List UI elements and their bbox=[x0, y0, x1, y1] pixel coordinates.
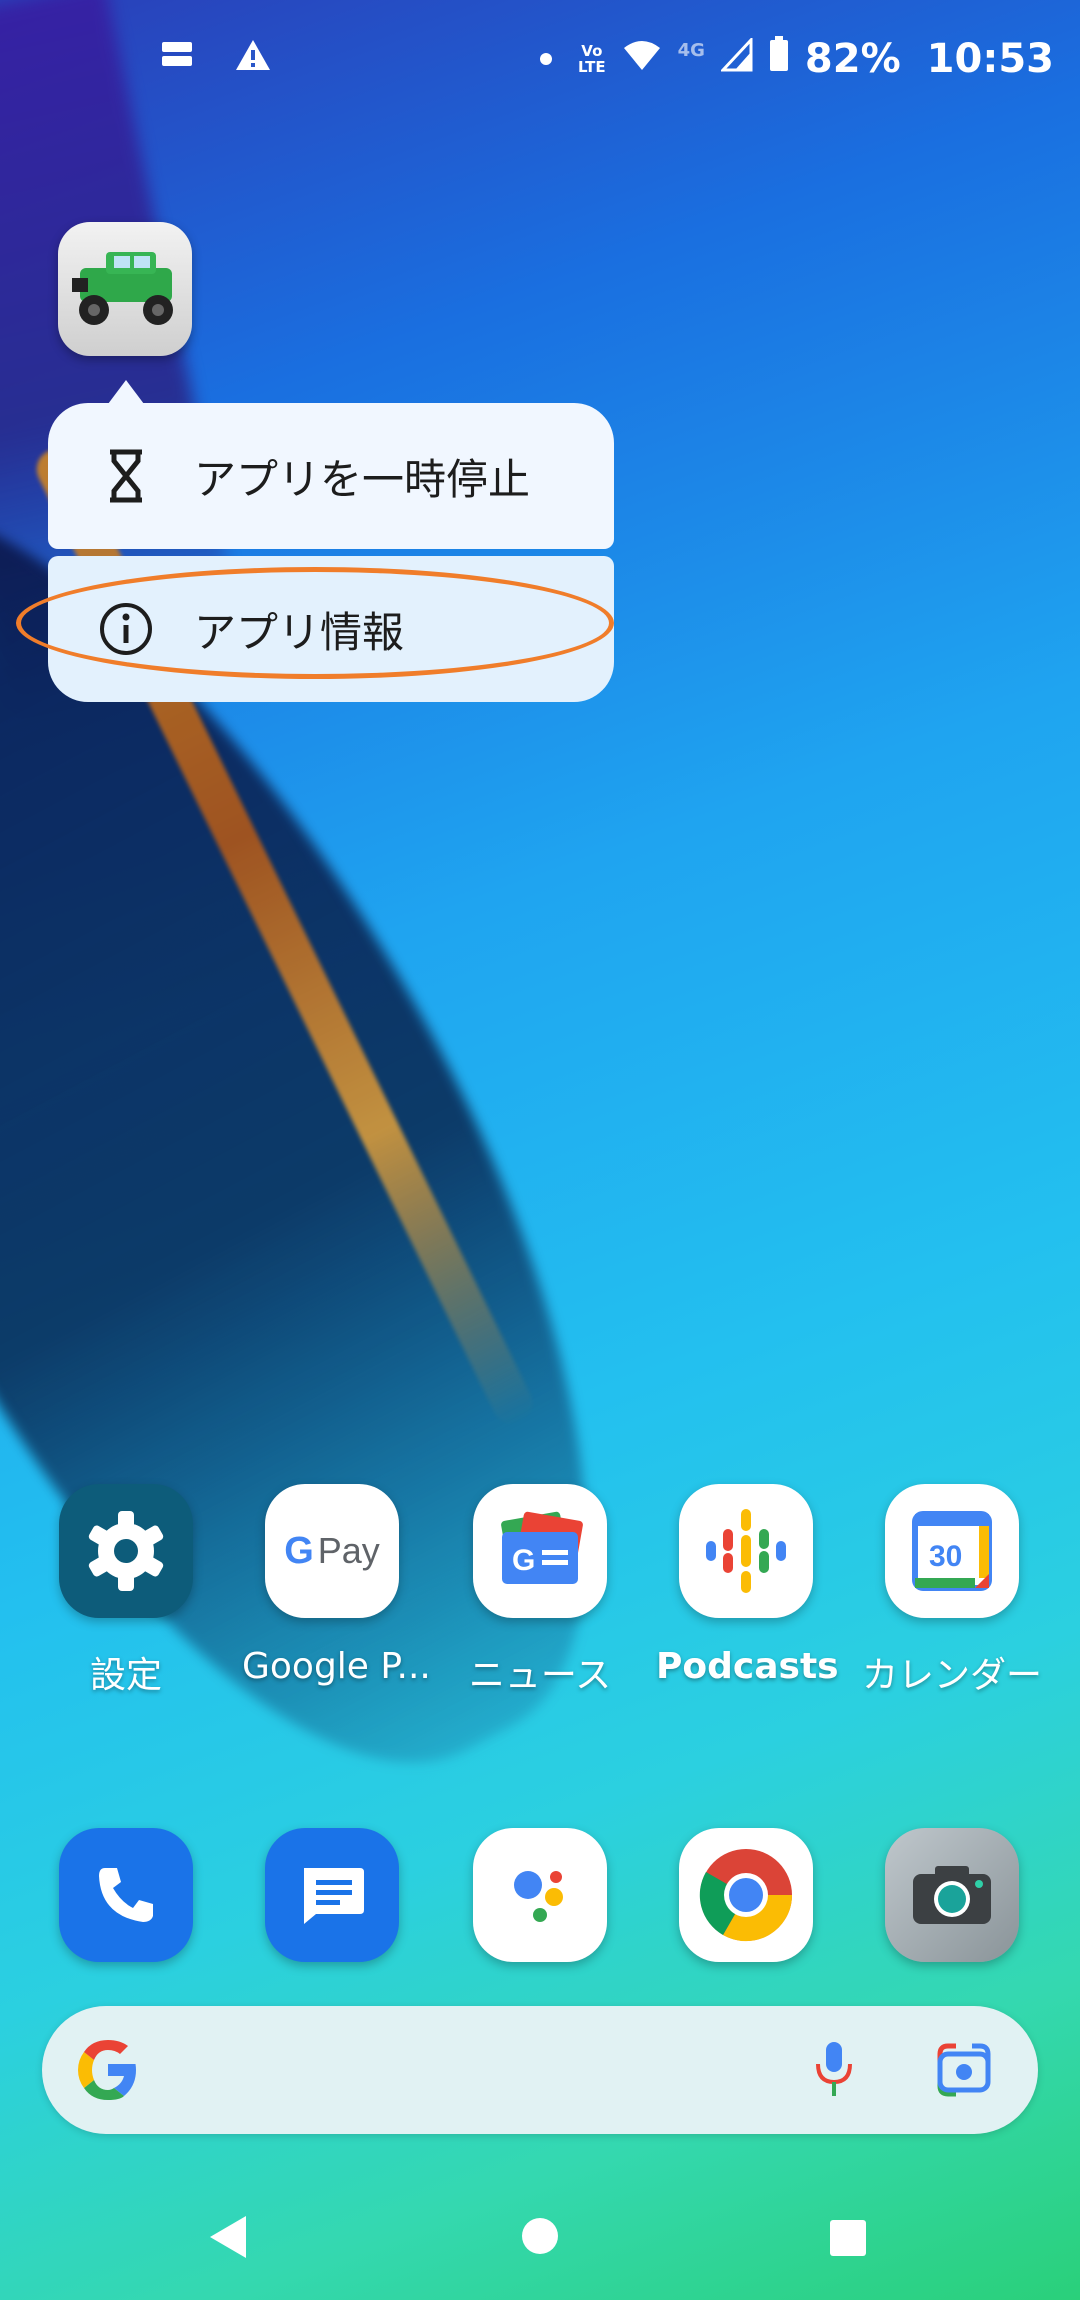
app-label: ニュース bbox=[468, 1655, 612, 1696]
google-search-bar[interactable] bbox=[42, 2006, 1038, 2134]
dock-messages[interactable] bbox=[242, 1828, 422, 1962]
app-label: Google P... bbox=[242, 1646, 431, 1687]
google-g-icon bbox=[74, 2036, 142, 2108]
hourglass-icon bbox=[96, 446, 156, 506]
dock-camera[interactable] bbox=[862, 1828, 1042, 1962]
svg-text:G: G bbox=[512, 1544, 535, 1577]
settings-icon bbox=[59, 1484, 193, 1618]
battery-percent: 82% bbox=[804, 36, 901, 82]
network-type-label: 4G bbox=[677, 39, 705, 61]
clock: 10:53 bbox=[926, 36, 1054, 82]
app-google-pay[interactable]: G Pay Google P... bbox=[242, 1484, 431, 1687]
status-bar: Vo LTE 4G 82% 10:53 bbox=[0, 0, 1080, 120]
svg-text:30: 30 bbox=[929, 1540, 962, 1573]
home-icon[interactable] bbox=[520, 2216, 560, 2260]
wifi-icon bbox=[622, 36, 662, 82]
volte-indicator: Vo LTE bbox=[578, 42, 606, 76]
phone-icon bbox=[59, 1828, 193, 1962]
jeep-app-icon[interactable] bbox=[58, 222, 192, 356]
app-label: カレンダー bbox=[862, 1655, 1043, 1696]
assistant-icon bbox=[473, 1828, 607, 1962]
storage-notification-icon bbox=[160, 38, 194, 76]
highlight-annotation bbox=[16, 567, 614, 679]
app-podcasts[interactable]: Podcasts bbox=[656, 1484, 839, 1687]
app-news[interactable]: G ニュース bbox=[450, 1484, 630, 1698]
camera-icon bbox=[885, 1828, 1019, 1962]
navigation-bar bbox=[0, 2200, 1080, 2280]
chrome-icon bbox=[679, 1828, 813, 1962]
calendar-icon: 30 bbox=[885, 1484, 1019, 1618]
google-pay-icon: G Pay bbox=[265, 1484, 399, 1618]
menu-item-pause-app[interactable]: アプリを一時停止 bbox=[48, 403, 614, 549]
app-label: Podcasts bbox=[656, 1646, 839, 1687]
app-settings[interactable]: 設定 bbox=[36, 1484, 216, 1698]
battery-icon bbox=[769, 36, 789, 82]
app-label: 設定 bbox=[89, 1655, 162, 1696]
messages-icon bbox=[265, 1828, 399, 1962]
app-calendar[interactable]: 30 カレンダー bbox=[862, 1484, 1042, 1698]
dock-assistant[interactable] bbox=[450, 1828, 630, 1962]
signal-icon bbox=[719, 36, 753, 82]
popup-pointer bbox=[108, 380, 144, 404]
dock-chrome[interactable] bbox=[656, 1828, 836, 1962]
google-news-icon: G bbox=[473, 1484, 607, 1618]
podcasts-icon bbox=[679, 1484, 813, 1618]
back-icon[interactable] bbox=[208, 2214, 248, 2264]
microphone-icon[interactable] bbox=[812, 2040, 856, 2104]
notification-dot-icon bbox=[540, 53, 553, 65]
menu-item-label: アプリを一時停止 bbox=[194, 454, 531, 504]
recents-icon[interactable] bbox=[828, 2218, 868, 2262]
google-lens-icon[interactable] bbox=[934, 2040, 994, 2104]
warning-icon bbox=[234, 38, 272, 76]
dock-phone[interactable] bbox=[36, 1828, 216, 1962]
